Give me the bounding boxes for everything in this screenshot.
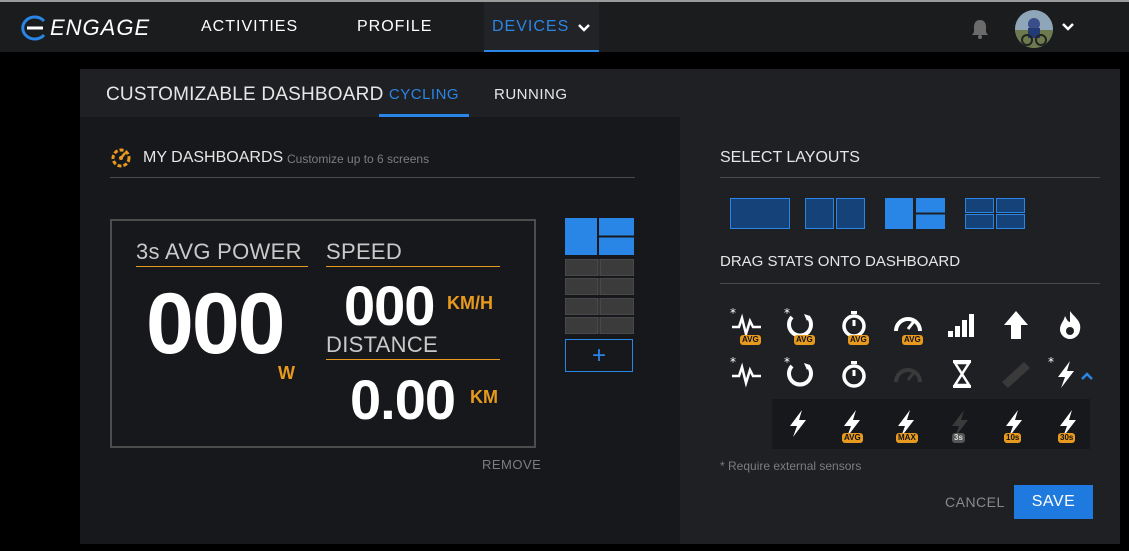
avg-badge: AVG xyxy=(740,335,761,345)
nav-profile[interactable]: PROFILE xyxy=(357,18,432,36)
gradient-icon[interactable] xyxy=(944,307,980,343)
heart-rate-avg-icon[interactable]: * AVG xyxy=(728,306,764,345)
avatar[interactable] xyxy=(1015,10,1053,48)
dashboard-preview[interactable]: 3s AVG POWER SPEED 000 W 000 KM/H DISTAN… xyxy=(110,219,536,448)
heart-rate-icon[interactable]: * xyxy=(728,355,764,392)
dashboard-thumb-2[interactable] xyxy=(565,259,634,276)
distance-unit: KM xyxy=(470,387,498,407)
hourglass-icon[interactable] xyxy=(944,356,980,392)
cadence-icon[interactable]: * xyxy=(782,355,818,392)
power-icon[interactable]: * xyxy=(1048,355,1084,392)
30s-badge: 30s xyxy=(1058,433,1076,443)
power-icon[interactable] xyxy=(780,405,816,441)
power-avg-icon[interactable]: AVG xyxy=(834,405,870,443)
avatar-photo xyxy=(1015,10,1053,48)
divider xyxy=(720,283,1100,284)
avg-badge: AVG xyxy=(848,335,869,345)
power-label: 3s AVG POWER xyxy=(136,239,308,267)
svg-text:*: * xyxy=(730,307,736,320)
select-layouts-title: SELECT LAYOUTS xyxy=(720,149,860,166)
avg-badge: AVG xyxy=(902,335,923,345)
svg-text:*: * xyxy=(730,356,736,369)
layout-one-plus-two[interactable] xyxy=(885,198,945,229)
layout-four-grid[interactable] xyxy=(965,198,1025,229)
timer-avg-icon[interactable]: AVG xyxy=(836,307,872,345)
speed-label: SPEED xyxy=(326,239,500,267)
dashboard-thumb-4[interactable] xyxy=(565,298,634,315)
layout-two-column[interactable] xyxy=(805,198,865,229)
avg-badge: AVG xyxy=(842,433,863,443)
speedometer-avg-icon[interactable]: AVG xyxy=(890,307,926,345)
page-title: CUSTOMIZABLE DASHBOARD xyxy=(106,84,384,105)
3s-badge: 3s xyxy=(952,433,965,443)
cancel-button[interactable]: CANCEL xyxy=(945,494,1005,510)
chevron-down-icon[interactable] xyxy=(1061,20,1075,34)
brand-logo[interactable]: ENGAGE xyxy=(18,14,150,42)
bell-icon[interactable] xyxy=(969,18,991,40)
drag-stats-title: DRAG STATS ONTO DASHBOARD xyxy=(720,253,961,270)
max-badge: MAX xyxy=(896,433,918,443)
dashboard-thumb-3[interactable] xyxy=(565,278,634,295)
nav-devices-label: DEVICES xyxy=(492,18,570,35)
panel-header: CUSTOMIZABLE DASHBOARD CYCLING RUNNING xyxy=(80,69,1120,123)
calories-flame-icon[interactable] xyxy=(1052,307,1088,343)
power-3s-icon: 3s xyxy=(942,405,978,443)
power-value: 000 xyxy=(146,276,285,372)
power-unit: W xyxy=(278,363,295,383)
dashboard-gear-icon xyxy=(111,148,131,168)
top-nav: ENGAGE ACTIVITIES PROFILE DEVICES xyxy=(0,0,1129,52)
sensor-footnote: * Require external sensors xyxy=(720,459,862,473)
chevron-up-icon[interactable] xyxy=(1080,369,1094,383)
elevation-arrow-icon[interactable] xyxy=(998,307,1034,343)
layout-single[interactable] xyxy=(730,198,790,229)
save-button[interactable]: SAVE xyxy=(1014,485,1093,519)
power-submenu: AVG MAX 3s 10s 30s xyxy=(772,399,1090,449)
timer-icon[interactable] xyxy=(836,356,872,392)
ruler-icon xyxy=(998,356,1034,392)
my-dashboards-subtitle: Customize up to 6 screens xyxy=(287,152,430,166)
speed-unit: KM/H xyxy=(447,293,493,313)
nav-activities[interactable]: ACTIVITIES xyxy=(201,18,298,36)
power-30s-icon[interactable]: 30s xyxy=(1050,405,1086,443)
my-dashboards-title: MY DASHBOARDS xyxy=(143,149,284,166)
avg-badge: AVG xyxy=(794,335,815,345)
divider xyxy=(110,177,635,178)
brand-name: ENGAGE xyxy=(50,15,151,40)
add-dashboard-button[interactable]: + xyxy=(565,339,633,372)
cadence-avg-icon[interactable]: * AVG xyxy=(782,306,818,345)
remove-button[interactable]: REMOVE xyxy=(482,457,541,472)
distance-label: DISTANCE xyxy=(326,332,500,360)
distance-value: 0.00 xyxy=(350,368,456,431)
speedometer-icon xyxy=(890,356,926,392)
power-max-icon[interactable]: MAX xyxy=(888,405,924,443)
my-dashboards-section: MY DASHBOARDS Customize up to 6 screens … xyxy=(80,117,680,544)
dashboard-thumb-5[interactable] xyxy=(565,317,634,334)
brand-logo-icon xyxy=(18,15,48,41)
power-10s-icon[interactable]: 10s xyxy=(996,405,1032,443)
dashboard-thumb-1[interactable] xyxy=(565,218,634,255)
10s-badge: 10s xyxy=(1004,433,1022,443)
dashboard-panel: CUSTOMIZABLE DASHBOARD CYCLING RUNNING M… xyxy=(80,69,1120,544)
nav-devices[interactable]: DEVICES xyxy=(484,2,600,52)
tab-cycling[interactable]: CYCLING xyxy=(379,86,469,123)
chevron-down-icon xyxy=(578,24,591,32)
layouts-stats-section: SELECT LAYOUTS DRAG STATS ONTO DASHBOARD… xyxy=(680,117,1120,544)
svg-text:*: * xyxy=(1048,356,1054,369)
tab-running[interactable]: RUNNING xyxy=(494,86,568,103)
speed-value: 000 xyxy=(344,274,435,337)
divider xyxy=(720,177,1100,178)
